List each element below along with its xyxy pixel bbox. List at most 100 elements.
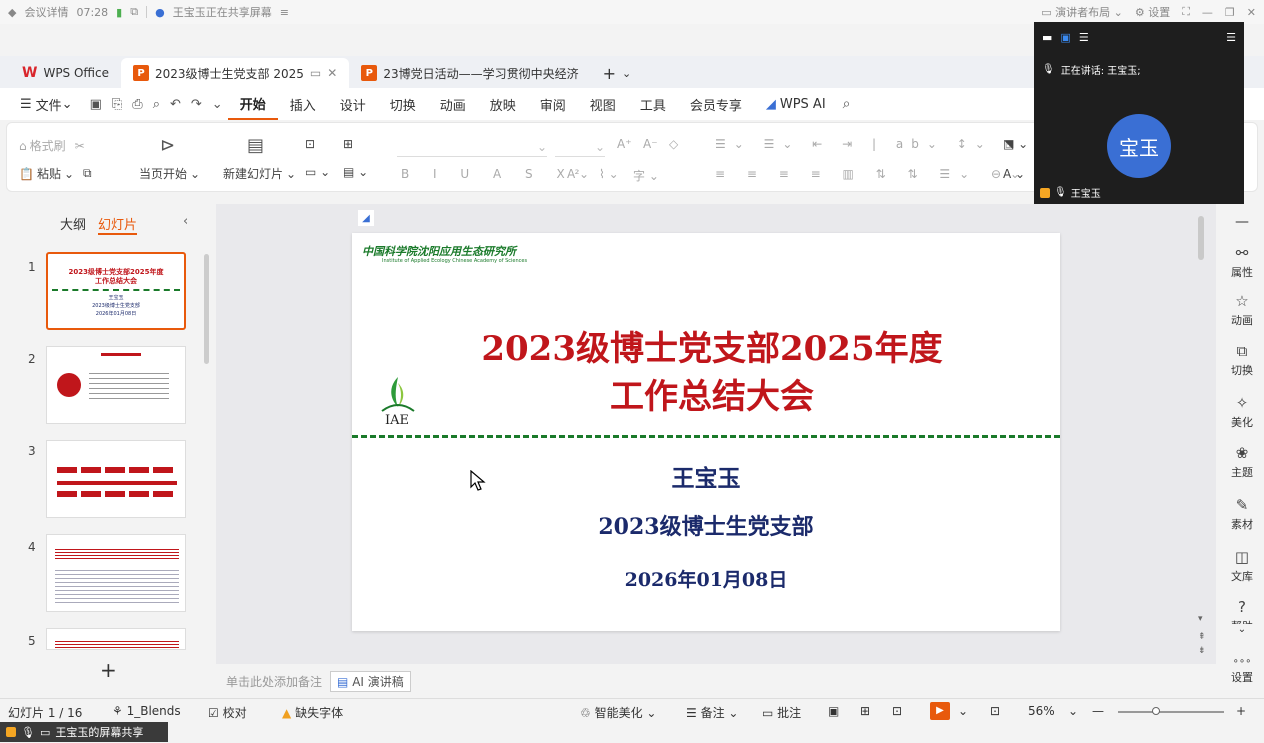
phonetic-icon[interactable]: 字 ⌄ (633, 167, 659, 184)
highlight-icon[interactable]: ⌇ ⌄ (599, 167, 619, 181)
file-menu[interactable]: ☰ 文件 ⌄ (8, 88, 85, 120)
menu-tools[interactable]: 工具 (628, 88, 678, 120)
video-window-icon[interactable]: ▣ (1060, 31, 1070, 44)
menu-slideshow[interactable]: 放映 (478, 88, 528, 120)
slide-thumbnail-1[interactable]: 2023级博士党支部2025年度 工作总结大会 王宝玉 2023级博士生党支部 202… (46, 252, 186, 330)
menu-icon[interactable]: ≡ (280, 6, 289, 19)
wps-ai-button[interactable]: ◢ WPS AI (754, 88, 838, 120)
slideshow-play-button[interactable]: ▶ (930, 702, 950, 720)
sidebar-library[interactable]: ◫ 文库 (1220, 548, 1264, 584)
font-shrink-icon[interactable]: A⁻ (643, 137, 658, 151)
menu-animation[interactable]: 动画 (428, 88, 478, 120)
zoom-level[interactable]: 56% (1028, 704, 1055, 718)
font-color-icon[interactable]: A ⌄ (567, 167, 589, 181)
video-minimize-icon[interactable]: ▬ (1042, 31, 1052, 44)
slide-thumbnail-3[interactable] (46, 440, 186, 518)
zoom-dropdown-icon[interactable]: ⌄ (1068, 704, 1078, 718)
sidebar-animation[interactable]: ☆ 动画 (1220, 292, 1264, 328)
sidebar-transition[interactable]: ⧉ 切换 (1220, 342, 1264, 378)
tab-other-presentation[interactable]: P 23博党日活动——学习贯彻中央经济 (349, 58, 590, 88)
new-slide-button[interactable]: 新建幻灯片 ⌄ (223, 165, 296, 182)
settings-button[interactable]: ⚙ 设置 (1135, 4, 1170, 20)
notes-placeholder[interactable]: 单击此处添加备注 (226, 673, 322, 690)
sidebar-collapse-icon[interactable]: — (1220, 214, 1264, 230)
zoom-out-icon[interactable]: — (1092, 704, 1104, 718)
menu-view[interactable]: 视图 (578, 88, 628, 120)
zoom-slider-thumb[interactable] (1152, 707, 1160, 715)
normal-view-icon[interactable]: ▣ (828, 704, 839, 718)
section-dropdown[interactable]: ▤ ⌄ (343, 165, 368, 179)
font-grow-icon[interactable]: A⁺ (617, 137, 632, 151)
sidebar-beautify[interactable]: ✧ 美化 (1220, 394, 1264, 430)
outline-tab[interactable]: 大纲 (60, 214, 86, 235)
layout-icon[interactable]: ⊡ (305, 137, 315, 151)
share-window-icon[interactable]: ⧉ (130, 5, 138, 19)
meeting-details-link[interactable]: 会议详情 (24, 4, 68, 20)
menu-member[interactable]: 会员专享 (678, 88, 754, 120)
shape-icon[interactable]: ⬔ ⌄ (1003, 137, 1028, 151)
close-icon[interactable]: ✕ (1247, 6, 1256, 19)
sidebar-properties[interactable]: ⚯ 属性 (1220, 244, 1264, 280)
screen-share-strip[interactable]: 🎙 ▭ 王宝玉的屏幕共享 (0, 722, 168, 742)
missing-font-button[interactable]: ▲ 缺失字体 (282, 704, 343, 721)
sidebar-expand-icon[interactable]: ⌄ (1220, 624, 1264, 635)
preview-icon[interactable]: ⌕ (148, 97, 165, 112)
menu-design[interactable]: 设计 (328, 88, 378, 120)
reading-view-icon[interactable]: ⊡ (892, 704, 902, 718)
restore-icon[interactable]: ❐ (1225, 6, 1235, 19)
scroll-page-up-icon[interactable]: ⇞ (1198, 632, 1206, 642)
sorter-view-icon[interactable]: ⊞ (860, 704, 870, 718)
format-painter-button[interactable]: ⌂ 格式刷 ✂ (19, 137, 85, 154)
save-icon[interactable]: ▣ (85, 97, 107, 112)
slideshow-dropdown-icon[interactable]: ⌄ (958, 704, 968, 718)
layout-dropdown[interactable]: ▭ ⌄ (305, 165, 330, 179)
redo-icon[interactable]: ↷ (186, 97, 207, 112)
font-style-group[interactable]: B I U A S X² (401, 167, 589, 181)
fullscreen-icon[interactable]: ⛶ (1182, 5, 1190, 19)
quick-access-dropdown-icon[interactable]: ⌄ (207, 97, 228, 112)
canvas-scrollbar[interactable] (1198, 216, 1204, 260)
menu-home[interactable]: 开始 (227, 88, 278, 120)
textbox-icon[interactable]: A ⌄ (1003, 167, 1025, 181)
scroll-prev-icon[interactable]: ▾ (1198, 614, 1203, 624)
slide-thumbnail-5[interactable] (46, 628, 186, 650)
play-from-current-button[interactable]: 当页开始 ⌄ (139, 165, 200, 182)
print-icon[interactable]: ⎙ (127, 97, 147, 112)
menu-review[interactable]: 审阅 (528, 88, 578, 120)
comments-button[interactable]: ▭ 批注 (762, 704, 801, 721)
sidebar-theme[interactable]: ❀ 主题 (1220, 444, 1264, 480)
zoom-in-icon[interactable]: + (1236, 704, 1246, 718)
export-icon[interactable]: ⎘ (107, 97, 127, 112)
slides-tab[interactable]: 幻灯片 (98, 214, 138, 235)
menu-insert[interactable]: 插入 (278, 88, 328, 120)
undo-icon[interactable]: ↶ (165, 97, 186, 112)
video-list-icon[interactable]: ☰ (1079, 31, 1089, 44)
clear-format-icon[interactable]: ◇ (669, 137, 678, 151)
font-size-select[interactable]: ⌄ (555, 137, 605, 157)
new-tab-button[interactable]: + ⌄ (591, 58, 644, 88)
section-icon[interactable]: ⊞ (343, 137, 353, 151)
copy-icon[interactable]: ⧉ (83, 166, 92, 181)
smart-beautify-button[interactable]: ♲ 智能美化 ⌄ (580, 704, 656, 721)
search-icon[interactable]: ⌕ (838, 96, 856, 112)
notes-toggle-button[interactable]: ☰ 备注 ⌄ (686, 704, 738, 721)
current-slide[interactable]: 中国科学院沈阳应用生态研究所 Institute of Applied Ecol… (352, 233, 1060, 631)
proofread-button[interactable]: ☑ 校对 (208, 704, 247, 721)
slide-thumbnail-2[interactable] (46, 346, 186, 424)
new-slide-icon[interactable]: ▤ (247, 135, 264, 156)
align-group[interactable]: ≡ ≡ ≡ ≡ ▥ ⇅ ⇅ ☰⌄ ⊖⌄ (715, 167, 1029, 181)
layout-button[interactable]: ▭ 演讲者布局 ⌄ (1041, 4, 1123, 20)
thumbnail-scrollbar[interactable] (204, 254, 209, 364)
menu-transition[interactable]: 切换 (378, 88, 428, 120)
zoom-slider[interactable] (1118, 711, 1224, 713)
slide-thumbnail-4[interactable] (46, 534, 186, 612)
font-name-select[interactable]: ⌄ (397, 137, 547, 157)
collapse-panel-icon[interactable]: ‹ (183, 214, 188, 235)
tab-current-presentation[interactable]: P 2023级博士生党支部 2025 ▭ ✕ (121, 58, 350, 88)
sidebar-settings[interactable]: ∘∘∘ 设置 (1220, 656, 1264, 685)
paragraph-group[interactable]: ☰⌄ ☰⌄ ⇤ ⇥ | ab⌄ ↕⌄ ⊞ (715, 137, 1023, 151)
minimize-icon[interactable]: — (1202, 6, 1213, 19)
tab-close-icon[interactable]: ✕ (327, 66, 337, 80)
play-from-current-icon[interactable]: ⊳ (160, 135, 175, 156)
scroll-page-down-icon[interactable]: ⇟ (1198, 646, 1206, 656)
